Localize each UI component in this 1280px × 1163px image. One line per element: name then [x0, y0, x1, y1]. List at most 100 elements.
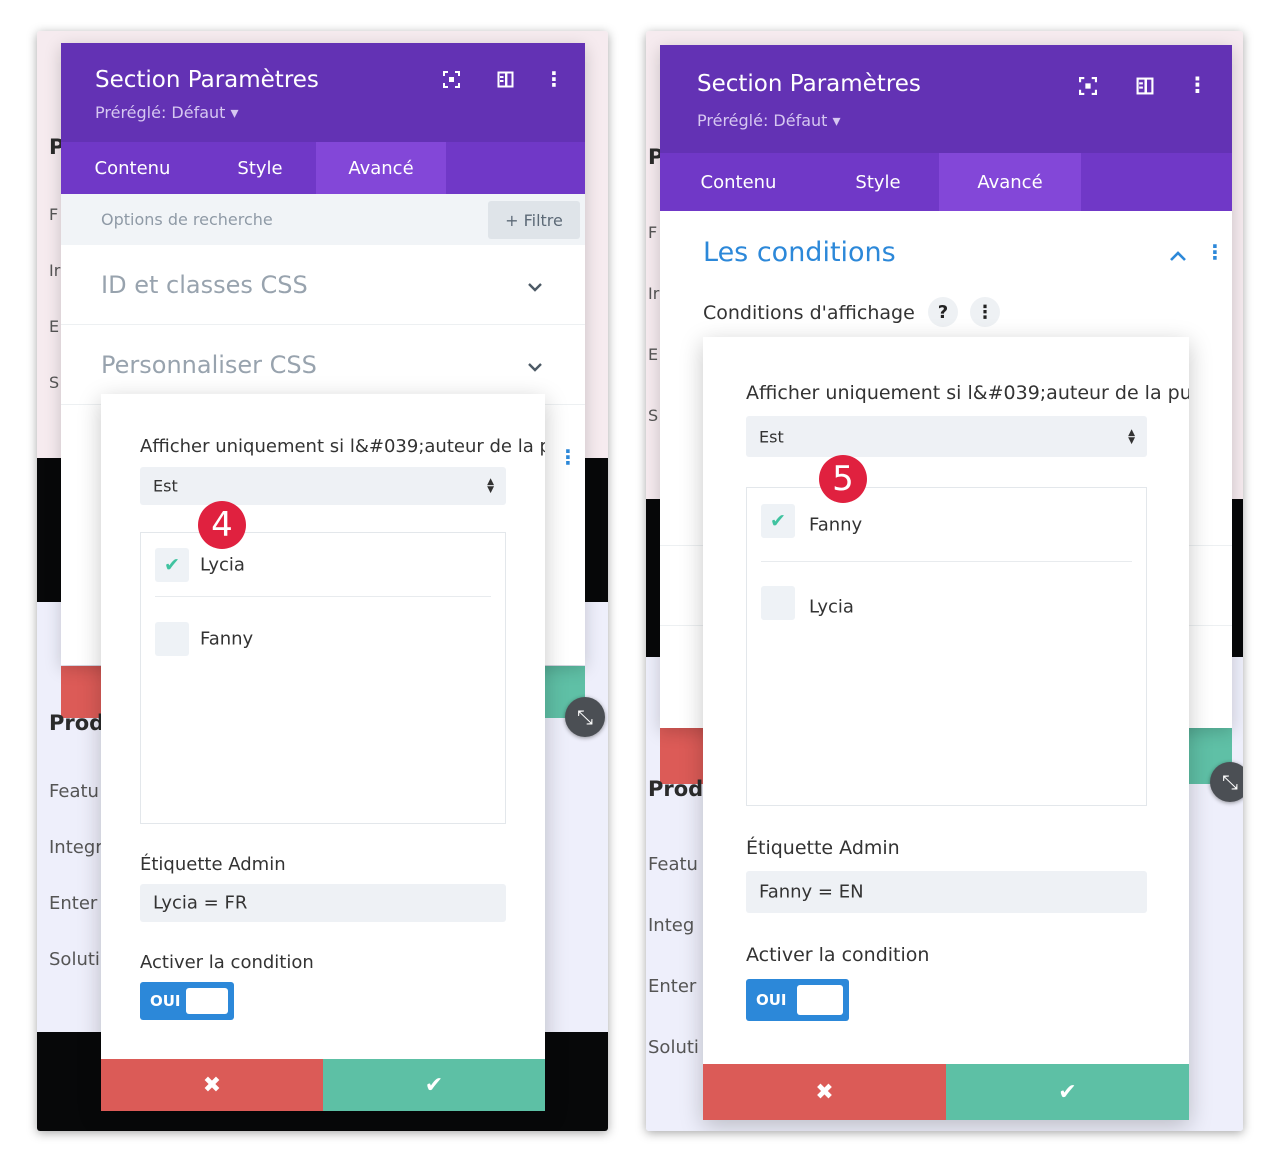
page-letter: Ir — [49, 261, 61, 280]
screenshot-left: P F Ir E S Prod Featu Integr Enter Solut… — [37, 31, 608, 1131]
preset-dropdown[interactable]: Préréglé: Défaut ▾ — [697, 111, 841, 130]
screenshot-right: P F Ir E S Prod Featu Integ Enter Soluti… — [646, 31, 1243, 1131]
page-item: Featu — [49, 781, 99, 802]
step-marker-4: 4 — [198, 501, 246, 549]
admin-label-value: Fanny = EN — [759, 881, 864, 903]
tab-advanced[interactable]: Avancé — [316, 142, 446, 194]
conditions-options-icon[interactable]: ⋮ — [558, 447, 578, 467]
admin-label-input[interactable]: Lycia = FR — [140, 884, 506, 922]
tab-bar: Contenu Style Avancé — [660, 153, 1232, 211]
page-heading: Prod — [49, 711, 105, 735]
page-item: Soluti — [648, 1037, 699, 1058]
list-item[interactable]: ✔ Fanny — [761, 488, 1132, 562]
more-options-icon[interactable]: ⋮ — [970, 297, 1000, 327]
conditions-options-icon[interactable]: ⋮ — [1205, 242, 1225, 262]
list-item[interactable]: Fanny — [155, 607, 491, 671]
condition-modal: Afficher uniquement si l&#039;auteur de … — [101, 394, 545, 1111]
checkbox-checked[interactable]: ✔ — [155, 548, 189, 582]
option-label: Lycia — [200, 554, 245, 575]
cancel-button[interactable]: ✖ — [101, 1059, 323, 1111]
option-label: Lycia — [809, 596, 854, 618]
condition-modal: Afficher uniquement si l&#039;auteur de … — [703, 337, 1189, 1120]
option-label: Fanny — [200, 628, 254, 650]
page-letter: E — [648, 345, 659, 364]
resize-icon[interactable]: ⤡ — [1210, 762, 1243, 802]
toggle-css-id-classes[interactable]: ID et classes CSS — [61, 245, 585, 325]
page-item: Enter — [49, 893, 98, 914]
search-bar: Options de recherche + Filtre — [61, 194, 585, 245]
tab-content[interactable]: Contenu — [660, 153, 817, 211]
confirm-button[interactable]: ✔ — [323, 1059, 545, 1111]
checkbox-unchecked[interactable] — [155, 622, 189, 656]
expand-icon[interactable] — [1079, 77, 1097, 99]
panel-title: Section Paramètres — [697, 71, 921, 97]
more-options-icon[interactable]: ⋮ — [544, 69, 564, 89]
search-input[interactable]: Options de recherche — [101, 210, 273, 229]
page-letter: S — [49, 373, 60, 392]
step-marker-5: 5 — [819, 455, 867, 503]
page-letter: F — [49, 205, 59, 224]
tab-style[interactable]: Style — [817, 153, 939, 211]
filter-button[interactable]: + Filtre — [488, 201, 580, 239]
page-letter: F — [648, 223, 658, 242]
admin-label-value: Lycia = FR — [153, 892, 248, 914]
more-options-icon[interactable]: ⋮ — [1187, 75, 1208, 96]
tab-advanced[interactable]: Avancé — [939, 153, 1081, 211]
toggle-knob — [797, 985, 843, 1015]
admin-label-title: Étiquette Admin — [746, 837, 900, 859]
rule-label: Afficher uniquement si l&#039;auteur de … — [746, 382, 1189, 404]
enable-condition-title: Activer la condition — [746, 944, 930, 966]
tab-style[interactable]: Style — [204, 142, 316, 194]
page-item: Integr — [49, 837, 103, 858]
tab-bar: Contenu Style Avancé — [61, 142, 585, 194]
panel-header: Section Paramètres Préréglé: Défaut ▾ ⋮ — [660, 45, 1232, 153]
conditions-toggle-title[interactable]: Les conditions — [703, 237, 896, 268]
cancel-button[interactable]: ✖ — [703, 1064, 946, 1120]
admin-label-title: Étiquette Admin — [140, 854, 286, 875]
chevron-down-icon — [527, 277, 543, 296]
expand-icon[interactable] — [443, 71, 460, 92]
confirm-button[interactable]: ✔ — [946, 1064, 1189, 1120]
toggle-knob — [186, 988, 228, 1014]
page-letter: S — [648, 406, 659, 425]
rule-label: Afficher uniquement si l&#039;auteur de … — [140, 436, 545, 457]
operator-select[interactable]: Est ▲ ▼ — [746, 416, 1147, 457]
checkbox-checked[interactable]: ✔ — [761, 504, 795, 538]
toggle-on-label: OUI — [150, 992, 181, 1010]
page-heading: Prod — [648, 777, 704, 801]
chevron-up-icon[interactable] — [1169, 247, 1187, 266]
split-view-icon[interactable] — [497, 71, 514, 92]
split-view-icon[interactable] — [1136, 77, 1154, 99]
page-letter: Ir — [648, 284, 660, 303]
page-item: Enter — [648, 976, 697, 997]
enable-condition-toggle[interactable]: OUI — [140, 982, 234, 1020]
list-item[interactable]: Lycia — [761, 570, 1132, 644]
author-list: ✔ Lycia Fanny — [140, 532, 506, 824]
preset-dropdown[interactable]: Préréglé: Défaut ▾ — [95, 103, 239, 122]
toggle-title: Personnaliser CSS — [101, 351, 317, 379]
admin-label-input[interactable]: Fanny = EN — [746, 871, 1147, 913]
display-conditions-label: Conditions d'affichage — [703, 302, 915, 324]
operator-select[interactable]: Est ▲ ▼ — [140, 467, 506, 505]
chevron-down-icon — [527, 357, 543, 376]
page-item: Featu — [648, 854, 698, 875]
option-label: Fanny — [809, 514, 863, 535]
operator-value: Est — [759, 427, 784, 446]
enable-condition-toggle[interactable]: OUI — [746, 979, 849, 1021]
page-item: Integ — [648, 915, 695, 936]
panel-header: Section Paramètres Préréglé: Défaut ▾ ⋮ — [61, 43, 585, 142]
select-arrows-icon: ▲ ▼ — [487, 477, 494, 495]
resize-icon[interactable]: ⤡ — [565, 697, 605, 737]
page-letter: E — [49, 317, 60, 336]
enable-condition-title: Activer la condition — [140, 952, 314, 973]
tab-content[interactable]: Contenu — [61, 142, 204, 194]
checkbox-unchecked[interactable] — [761, 586, 795, 620]
select-arrows-icon: ▲ ▼ — [1128, 427, 1135, 446]
page-item: Soluti — [49, 949, 100, 970]
author-list: ✔ Fanny Lycia — [746, 487, 1147, 806]
toggle-title: ID et classes CSS — [101, 271, 308, 299]
toggle-on-label: OUI — [756, 991, 787, 1009]
toggle-custom-css[interactable]: Personnaliser CSS — [61, 325, 585, 405]
help-icon[interactable]: ? — [928, 297, 958, 327]
panel-title: Section Paramètres — [95, 67, 319, 93]
